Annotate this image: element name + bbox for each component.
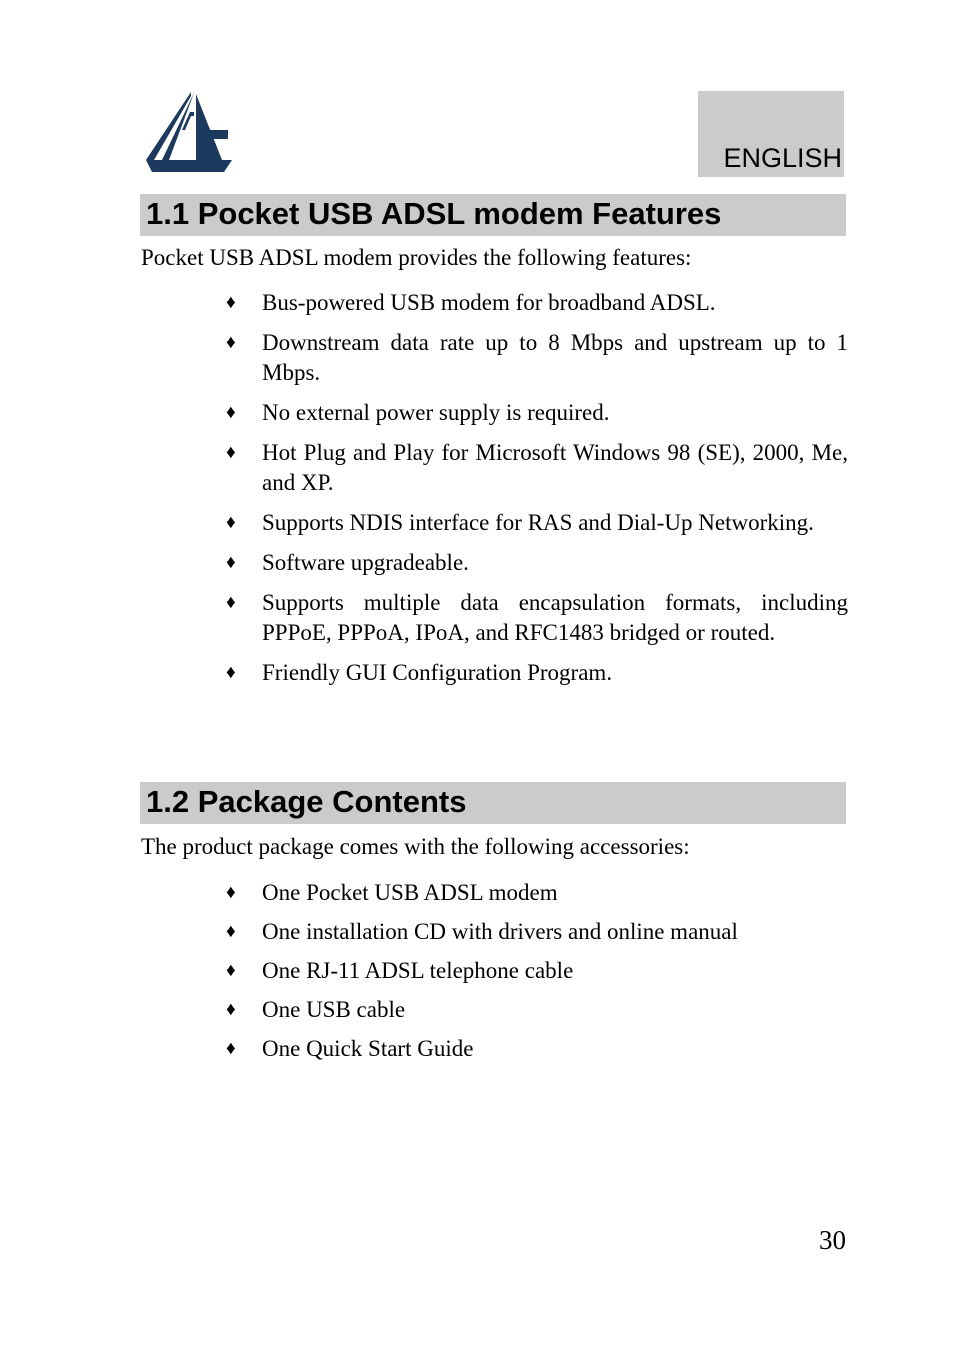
diamond-bullet-icon: ♦ — [226, 292, 236, 313]
list-item-text: Software upgradeable. — [262, 550, 469, 575]
diamond-bullet-icon: ♦ — [226, 512, 236, 533]
list-item: ♦ One USB cable — [222, 995, 848, 1025]
list-item-text: One RJ-11 ADSL telephone cable — [262, 958, 574, 983]
page-number: 30 — [819, 1225, 846, 1255]
list-item-text: No external power supply is required. — [262, 400, 610, 425]
package-bullet-list: ♦ One Pocket USB ADSL modem ♦ One instal… — [222, 878, 848, 1073]
list-item-text: One Pocket USB ADSL modem — [262, 880, 558, 905]
diamond-bullet-icon: ♦ — [226, 662, 236, 683]
diamond-bullet-icon: ♦ — [226, 1038, 236, 1059]
list-item-text: One installation CD with drivers and onl… — [262, 919, 738, 944]
language-badge: ENGLISH — [698, 91, 844, 177]
list-item: ♦ One RJ-11 ADSL telephone cable — [222, 956, 848, 986]
list-item: ♦ One installation CD with drivers and o… — [222, 917, 848, 947]
diamond-bullet-icon: ♦ — [226, 552, 236, 573]
list-item-text: One Quick Start Guide — [262, 1036, 474, 1061]
list-item: ♦ Downstream data rate up to 8 Mbps and … — [222, 328, 848, 388]
list-item-text: Supports multiple data encapsulation for… — [262, 590, 848, 645]
atlantis-land-logo — [144, 90, 236, 176]
list-item: ♦ Supports multiple data encapsulation f… — [222, 588, 848, 648]
list-item-text: One USB cable — [262, 997, 406, 1022]
section-heading-package: 1.2 Package Contents — [140, 782, 846, 824]
list-item: ♦ One Pocket USB ADSL modem — [222, 878, 848, 908]
language-badge-label: ENGLISH — [723, 143, 842, 173]
list-item: ♦ Supports NDIS interface for RAS and Di… — [222, 508, 848, 538]
section-heading-package-text: 1.2 Package Contents — [146, 784, 467, 819]
list-item: ♦ One Quick Start Guide — [222, 1034, 848, 1064]
features-bullet-list: ♦ Bus-powered USB modem for broadband AD… — [222, 288, 848, 688]
list-item-text: Supports NDIS interface for RAS and Dial… — [262, 510, 814, 535]
diamond-bullet-icon: ♦ — [226, 921, 236, 942]
diamond-bullet-icon: ♦ — [226, 882, 236, 903]
list-item-text: Friendly GUI Configuration Program. — [262, 660, 613, 685]
features-intro-paragraph: Pocket USB ADSL modem provides the follo… — [141, 245, 692, 270]
list-item: ♦ Software upgradeable. — [222, 548, 848, 578]
diamond-bullet-icon: ♦ — [226, 999, 236, 1020]
diamond-bullet-icon: ♦ — [226, 960, 236, 981]
section-heading-features: 1.1 Pocket USB ADSL modem Features — [140, 194, 846, 236]
diamond-bullet-icon: ♦ — [226, 402, 236, 423]
document-page: ENGLISH 1.1 Pocket USB ADSL modem Featur… — [0, 0, 954, 1351]
list-item: ♦ Hot Plug and Play for Microsoft Window… — [222, 438, 848, 498]
list-item: ♦ No external power supply is required. — [222, 398, 848, 428]
diamond-bullet-icon: ♦ — [226, 442, 236, 463]
list-item: ♦ Friendly GUI Configuration Program. — [222, 658, 848, 688]
diamond-bullet-icon: ♦ — [226, 592, 236, 613]
list-item-text: Hot Plug and Play for Microsoft Windows … — [262, 440, 848, 495]
package-intro-paragraph: The product package comes with the follo… — [141, 834, 690, 859]
list-item-text: Downstream data rate up to 8 Mbps and up… — [262, 330, 848, 385]
section-heading-features-text: 1.1 Pocket USB ADSL modem Features — [146, 196, 722, 231]
list-item: ♦ Bus-powered USB modem for broadband AD… — [222, 288, 848, 318]
diamond-bullet-icon: ♦ — [226, 332, 236, 353]
list-item-text: Bus-powered USB modem for broadband ADSL… — [262, 290, 716, 315]
